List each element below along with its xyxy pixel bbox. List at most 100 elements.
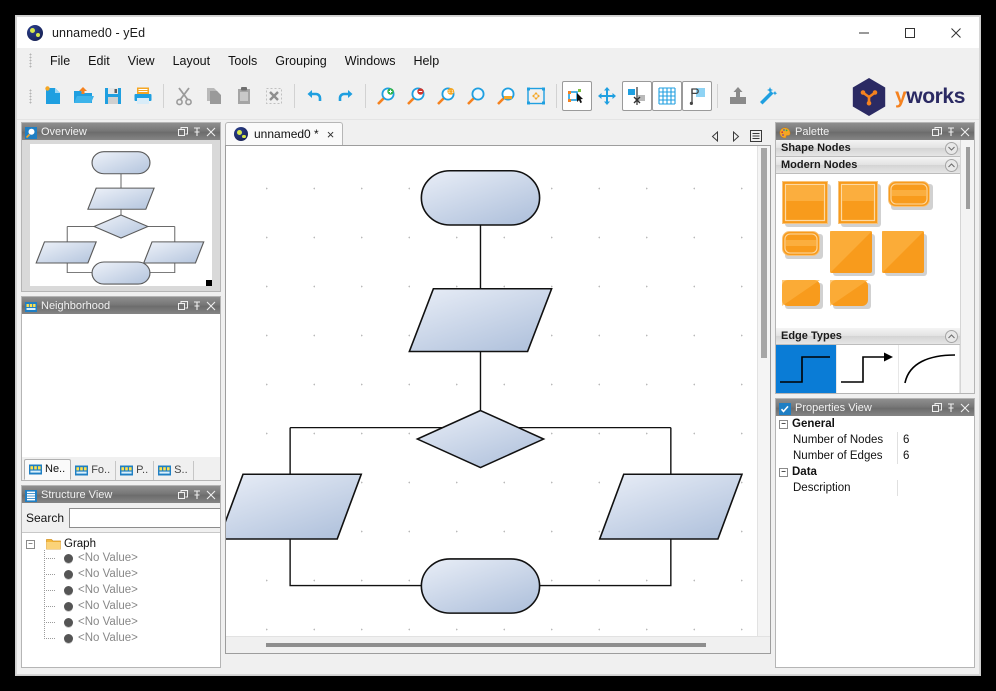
horizontal-scroll-thumb[interactable] [266,643,706,647]
list-item[interactable]: <No Value> [26,550,216,566]
table-row[interactable]: Number of Nodes 6 [776,432,974,448]
palette-node-4[interactable] [782,231,820,256]
properties-float-button[interactable] [931,402,942,413]
structure-float-button[interactable] [177,489,188,500]
palette-scrollbar[interactable] [960,140,974,393]
group-expander[interactable]: − [779,420,788,429]
new-document-icon[interactable] [38,81,68,111]
palette-section-shape-nodes[interactable]: Shape Nodes [776,140,960,157]
zoom-in-icon[interactable] [371,81,401,111]
palette-float-button[interactable] [931,126,942,137]
menu-grouping[interactable]: Grouping [266,51,335,71]
list-item[interactable]: <No Value> [26,582,216,598]
export-upload-icon[interactable] [723,81,753,111]
chevron-up-icon[interactable] [945,159,958,172]
structure-tree[interactable]: − Graph [22,533,220,667]
graph-canvas[interactable] [226,146,757,636]
cut-scissors-icon[interactable] [169,81,199,111]
zoom-fit-icon[interactable] [461,81,491,111]
menu-windows[interactable]: Windows [336,51,405,71]
print-preview-icon[interactable] [682,81,712,111]
neighborhood-panel-header[interactable]: Neighborhood [22,297,220,314]
list-item[interactable]: <No Value> [26,630,216,646]
paste-clipboard-icon[interactable] [229,81,259,111]
open-folder-icon[interactable] [68,81,98,111]
neighborhood-close-button[interactable] [205,300,216,311]
list-item[interactable]: <No Value> [26,598,216,614]
list-item[interactable]: <No Value> [26,614,216,630]
palette-node-8[interactable] [830,280,868,306]
menu-edit[interactable]: Edit [79,51,119,71]
palette-close-button[interactable] [959,126,970,137]
vertical-scroll-thumb[interactable] [761,148,767,358]
grid-icon[interactable] [652,81,682,111]
palette-scroll-thumb[interactable] [966,147,970,209]
palette-edge-curved[interactable] [899,345,960,393]
overview-resize-handle[interactable] [206,280,212,286]
edit-mode-cursor-icon[interactable] [562,81,592,111]
palette-node-3[interactable] [888,181,930,207]
properties-pin-button[interactable] [945,402,956,413]
menu-tools[interactable]: Tools [219,51,266,71]
overview-float-button[interactable] [177,126,188,137]
document-tab-unnamed0[interactable]: unnamed0 * × [225,122,343,145]
structure-close-button[interactable] [205,489,216,500]
list-item[interactable]: <No Value> [26,566,216,582]
palette-section-modern-nodes[interactable]: Modern Nodes [776,157,960,174]
delete-x-icon[interactable] [259,81,289,111]
tab-list-icon[interactable] [750,130,762,142]
overview-panel-body[interactable] [22,140,220,291]
neighborhood-tab-s[interactable]: S.. [154,461,193,480]
neighborhood-float-button[interactable] [177,300,188,311]
nav-prev-icon[interactable] [710,131,721,142]
menu-drag-grip[interactable] [29,53,32,68]
overview-pin-button[interactable] [191,126,202,137]
menu-file[interactable]: File [41,51,79,71]
tree-expander[interactable]: − [26,540,35,549]
palette-node-6[interactable] [882,231,924,273]
palette-node-1[interactable] [782,181,828,224]
document-tab-close-icon[interactable]: × [325,128,337,141]
palette-node-2[interactable] [838,181,878,224]
neighborhood-tab-fo[interactable]: Fo.. [71,461,116,480]
neighborhood-panel-body[interactable] [22,314,220,457]
overview-close-button[interactable] [205,126,216,137]
menu-layout[interactable]: Layout [164,51,220,71]
structure-view-header[interactable]: Structure View [22,486,220,503]
menu-view[interactable]: View [119,51,164,71]
palette-pin-button[interactable] [945,126,956,137]
palette-section-edge-types[interactable]: Edge Types [776,328,960,345]
properties-close-button[interactable] [959,402,970,413]
palette-node-5[interactable] [830,231,872,273]
maximize-button[interactable] [887,17,933,48]
save-floppy-icon[interactable] [98,81,128,111]
properties-view-header[interactable]: Properties View [776,399,974,416]
search-input[interactable] [69,508,220,528]
palette-edge-polyline[interactable] [776,345,837,393]
zoom-area-icon[interactable] [491,81,521,111]
neighborhood-tab-ne[interactable]: Ne.. [24,459,71,480]
structure-pin-button[interactable] [191,489,202,500]
magic-wand-icon[interactable] [753,81,783,111]
tree-root-graph[interactable]: − Graph [26,538,216,550]
table-row[interactable]: Description [776,480,974,496]
chevron-up-icon[interactable] [945,330,958,343]
zoom-out-icon[interactable] [401,81,431,111]
chevron-down-icon[interactable] [945,142,958,155]
fit-content-icon[interactable] [521,81,551,111]
move-mode-icon[interactable] [592,81,622,111]
redo-arrow-icon[interactable] [330,81,360,111]
group-expander[interactable]: − [779,468,788,477]
print-icon[interactable] [128,81,158,111]
neighborhood-tab-p[interactable]: P.. [116,461,154,480]
canvas-vertical-scrollbar[interactable] [757,146,770,636]
snap-lines-icon[interactable] [622,81,652,111]
toolbar-drag-grip[interactable] [29,89,32,104]
copy-pages-icon[interactable] [199,81,229,111]
overview-panel-header[interactable]: Overview [22,123,220,140]
palette-panel-header[interactable]: Palette [776,123,974,140]
properties-group-general[interactable]: − General [776,416,974,432]
menu-help[interactable]: Help [404,51,448,71]
minimize-button[interactable] [841,17,887,48]
table-row[interactable]: Number of Edges 6 [776,448,974,464]
